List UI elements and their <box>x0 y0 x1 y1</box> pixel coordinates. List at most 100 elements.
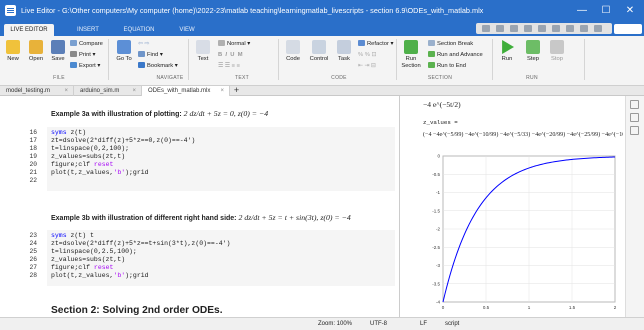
code-button[interactable]: Code <box>282 40 304 63</box>
hide-code-icon[interactable] <box>630 126 639 135</box>
monospace-button[interactable]: M <box>238 52 243 58</box>
code-line[interactable]: zt=dsolve(2*diff(z)+5*z==t+sin(3*t),z(0)… <box>51 240 230 248</box>
equation: 2 dz/dt + 5z = 0, z(0) = −4 <box>183 109 269 118</box>
indent-buttons[interactable]: ⇤ ⇥ ⊟ <box>358 62 376 70</box>
section-break-button[interactable]: Section Break <box>428 40 473 48</box>
output-right-icon[interactable] <box>630 113 639 122</box>
print-label: Print <box>79 52 91 58</box>
bookmark-button[interactable]: Bookmark ▾ <box>138 62 178 70</box>
code-line[interactable]: figure;clf reset <box>51 161 113 169</box>
settings-icon[interactable] <box>594 25 602 32</box>
control-button[interactable]: Control <box>306 40 332 63</box>
goto-button[interactable]: Go To <box>112 40 136 63</box>
style-dropdown[interactable]: Normal ▾ <box>218 40 250 48</box>
document-tab-bar: model_testing.m × arduino_sim.m × ODEs_wit… <box>0 86 644 96</box>
minimize-button[interactable]: — <box>572 3 592 18</box>
undo-quick-icon[interactable] <box>538 25 546 32</box>
save-quick-icon[interactable] <box>482 25 490 32</box>
example-3b-heading: Example 3b with illustration of differen… <box>51 213 351 222</box>
code-line[interactable]: t=linspace(0,2,100); <box>51 145 129 153</box>
y-tick-label: -3.5 <box>432 281 440 286</box>
status-bar: Zoom: 100% UTF-8 LF script <box>0 317 644 330</box>
live-editor-pane[interactable]: Example 3a with illustration of plotting… <box>0 96 400 317</box>
y-tick-label: -1.5 <box>432 208 440 213</box>
divider <box>278 39 279 80</box>
text-button[interactable]: Text <box>192 40 214 63</box>
y-tick-label: -2.5 <box>432 245 440 250</box>
heading-text: Example 3b with illustration of differen… <box>51 215 237 222</box>
help-icon[interactable] <box>580 25 588 32</box>
line-number: 20 <box>29 161 37 168</box>
list-align-buttons[interactable]: ☰ ☰ ≡ ≡ <box>218 62 240 70</box>
tab-equation[interactable]: EQUATION <box>116 24 162 36</box>
save-button[interactable]: Save <box>48 40 68 63</box>
back-forward-arrows[interactable]: ⇦ ⇨ <box>138 40 149 48</box>
print-icon <box>70 51 77 57</box>
code-line[interactable]: syms z(t) <box>51 129 86 137</box>
add-tab-button[interactable]: + <box>231 86 242 96</box>
print-button[interactable]: Print ▾ <box>70 51 95 59</box>
search-input[interactable] <box>614 24 642 34</box>
code-line[interactable]: zt=dsolve(2*diff(z)+5*z==0,z(0)==-4') <box>51 137 195 145</box>
section-break-icon <box>428 40 435 46</box>
code-line[interactable]: z_values=subs(zt,t) <box>51 153 125 161</box>
tab-live-editor[interactable]: LIVE EDITOR <box>4 24 54 36</box>
compare-button[interactable]: Compare <box>70 40 103 48</box>
compare-label: Compare <box>79 41 103 47</box>
run-button[interactable]: Run <box>496 40 518 63</box>
doc-tab-label: ODEs_with_matlab.mlx <box>148 88 211 94</box>
code-line[interactable]: syms z(t) t <box>51 232 94 240</box>
step-button[interactable]: Step <box>522 40 544 63</box>
paste-quick-icon[interactable] <box>524 25 532 32</box>
doc-tab-arduino-sim[interactable]: arduino_sim.m × <box>74 86 142 96</box>
goto-label: Go To <box>116 56 132 62</box>
stop-button[interactable]: Stop <box>546 40 568 63</box>
window-title: Live Editor - G:\Other computers\My comp… <box>21 6 484 15</box>
line-number: 19 <box>29 153 37 160</box>
run-section-button[interactable]: Run Section <box>398 40 424 70</box>
cut-quick-icon[interactable] <box>496 25 504 32</box>
switch-windows-icon[interactable] <box>566 25 574 32</box>
line-number: 17 <box>29 137 37 144</box>
side-toolbar <box>625 96 644 317</box>
doc-tab-model-testing[interactable]: model_testing.m × <box>0 86 74 96</box>
run-and-advance-label: Run and Advance <box>437 52 483 58</box>
underline-button[interactable]: U <box>230 52 234 58</box>
tab-view[interactable]: VIEW <box>172 24 202 36</box>
x-tick-label: 0 <box>442 305 445 310</box>
close-icon[interactable]: × <box>64 86 68 96</box>
run-and-advance-button[interactable]: Run and Advance <box>428 51 483 59</box>
output-inline-icon[interactable] <box>630 100 639 109</box>
quick-access-toolbar <box>476 23 612 34</box>
find-label: Find <box>147 52 159 58</box>
redo-quick-icon[interactable] <box>552 25 560 32</box>
code-line[interactable]: z_values=subs(zt,t) <box>51 256 125 264</box>
close-icon[interactable]: × <box>220 86 224 96</box>
code-line[interactable]: plot(t,z_values,'b');grid <box>51 169 149 177</box>
new-button[interactable]: New <box>2 40 24 63</box>
maximize-button[interactable]: ☐ <box>596 3 616 18</box>
find-button[interactable]: Find ▾ <box>138 51 163 59</box>
code-line[interactable]: t=linspace(0,2.5,100); <box>51 248 137 256</box>
comment-buttons[interactable]: % % ⊡ <box>358 51 376 59</box>
doc-tab-odes-with-matlab[interactable]: ODEs_with_matlab.mlx × <box>142 86 230 96</box>
section-2-heading: Section 2: Solving 2nd order ODEs. <box>51 305 223 316</box>
italic-button[interactable]: I <box>225 52 227 58</box>
export-button[interactable]: Export ▾ <box>70 62 100 70</box>
format-buttons[interactable]: B I U M <box>218 51 243 59</box>
goto-icon <box>117 40 131 54</box>
tab-insert[interactable]: INSERT <box>70 24 106 36</box>
close-icon[interactable]: × <box>132 86 136 96</box>
bold-button[interactable]: B <box>218 52 222 58</box>
control-icon <box>312 40 326 54</box>
task-button[interactable]: Task <box>334 40 354 63</box>
run-play-icon <box>502 40 514 54</box>
close-button[interactable]: ✕ <box>620 3 640 18</box>
refactor-button[interactable]: Refactor ▾ <box>358 40 393 48</box>
text-label: Text <box>197 56 209 62</box>
code-line[interactable]: plot(t,z_values,'b');grid <box>51 272 149 280</box>
copy-quick-icon[interactable] <box>510 25 518 32</box>
code-line[interactable]: figure;clf reset <box>51 264 113 272</box>
run-to-end-button[interactable]: Run to End <box>428 62 466 70</box>
open-button[interactable]: Open <box>25 40 47 63</box>
